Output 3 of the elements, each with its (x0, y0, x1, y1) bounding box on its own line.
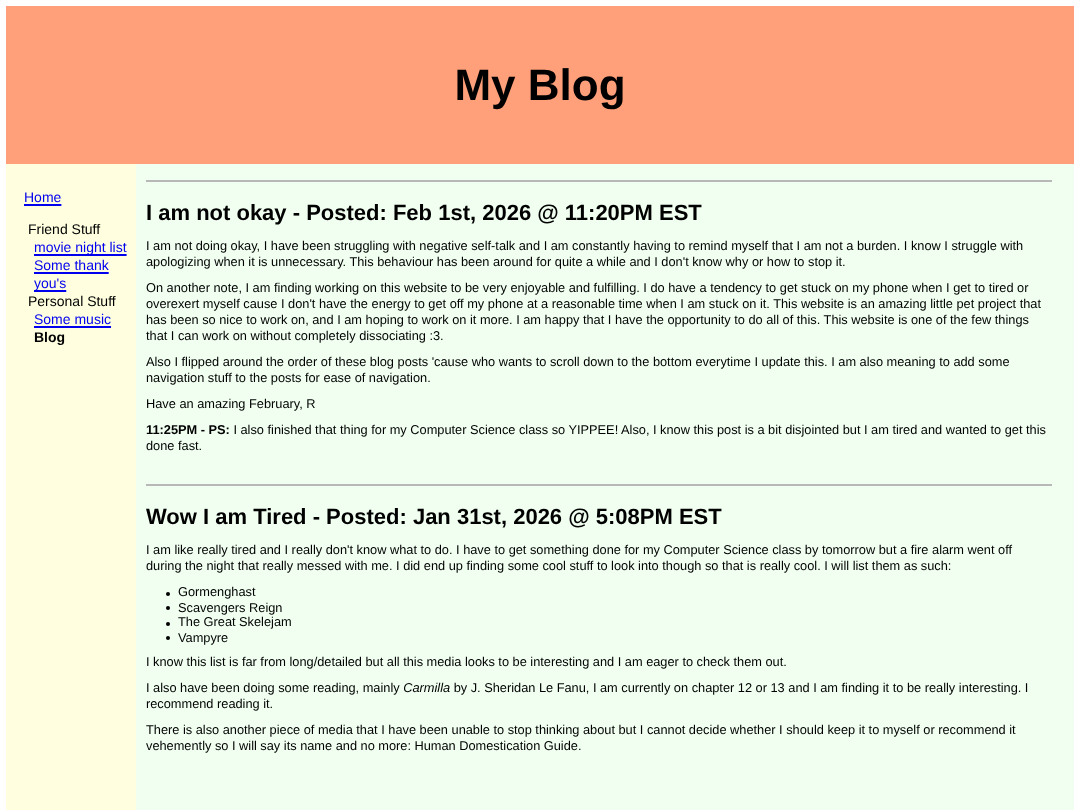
site-title: My Blog (454, 58, 626, 114)
post-title: I am not okay - Posted: Feb 1st, 2026 @ 11:20PM EST (146, 202, 704, 228)
post-title: Wow I am Tired - Posted: Jan 31st, 2026 @ 5:08PM EST (146, 506, 724, 532)
